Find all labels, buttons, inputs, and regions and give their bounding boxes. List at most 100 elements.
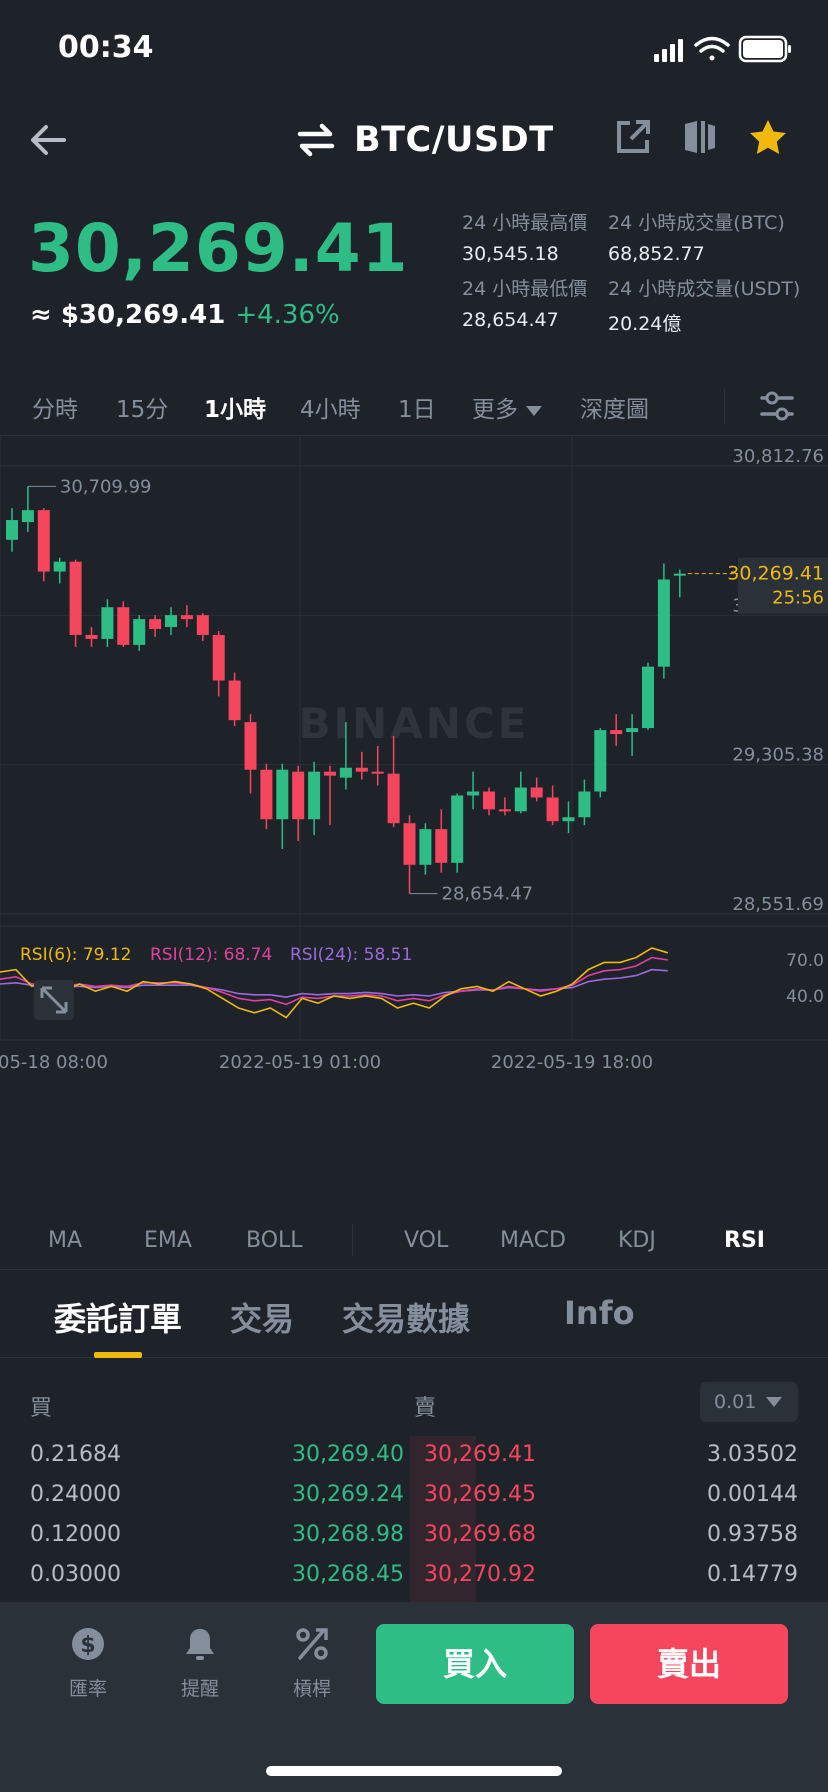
candle-body [308,771,321,820]
candle-body [546,797,559,822]
candle-body [498,809,511,812]
ask-qty: 3.03502 [707,1442,798,1467]
orderbook-row[interactable]: 0.24000 30,269.24 30,269.45 0.00144 [0,1476,828,1516]
stat-value: 68,852.77 [608,243,705,265]
tab-trades[interactable]: 交易 [230,1294,294,1340]
candle-body [530,787,543,798]
tab-info[interactable]: Info [564,1294,635,1332]
expand-chart-icon[interactable] [34,980,74,1020]
layout-toggle-icon[interactable] [682,118,718,156]
candle-body [610,730,623,735]
candle-body [467,791,480,796]
stat-value: 28,654.47 [462,309,559,331]
price-axis-label: 30,812.76 [732,446,824,467]
tf-more[interactable]: 更多 [472,390,542,424]
last-price: 30,269.41 [28,210,409,287]
price-change: +4.36% [235,300,340,330]
precision-value: 0.01 [714,1391,757,1413]
candle-body [244,722,257,770]
candle-body [673,573,686,576]
orderbook-header: 買 賣 0.01 [0,1380,828,1430]
alert-button[interactable]: 提醒 [160,1626,240,1701]
candle-body [578,791,591,818]
candle-body [53,561,66,572]
tab-orders[interactable]: 委託訂單 [54,1294,182,1340]
candle-body [642,666,654,729]
ask-qty: 0.14779 [707,1562,798,1587]
alert-label: 提醒 [180,1678,219,1700]
tf-15m[interactable]: 15分 [116,390,168,424]
rsi6-label: RSI(6): 79.12 [20,945,132,965]
candle-body [165,615,177,628]
bid-qty: 0.21684 [30,1442,121,1467]
tab-trade-data[interactable]: 交易數據 [342,1294,470,1340]
orderbook-row[interactable]: 0.03000 30,268.45 30,270.92 0.14779 [0,1556,828,1596]
ind-rsi[interactable]: RSI [724,1228,765,1253]
candle-body [6,520,18,540]
ind-macd[interactable]: MACD [500,1228,566,1253]
tf-1d[interactable]: 1日 [398,390,436,424]
countdown-label: 25:56 [772,588,824,609]
caret-down-icon [766,1397,782,1407]
ask-qty: 0.00144 [707,1482,798,1507]
price-axis-label: 29,305.38 [732,745,824,766]
candle-body [514,787,527,812]
pair-selector[interactable]: BTC/USDT [296,114,554,166]
tf-1h[interactable]: 1小時 [204,390,266,424]
tf-4h[interactable]: 4小時 [300,390,361,424]
ind-ma[interactable]: MA [48,1228,82,1253]
divider [724,388,725,424]
status-time: 00:34 [58,30,154,65]
back-arrow-icon[interactable] [26,118,70,162]
ask-qty: 0.93758 [707,1522,798,1547]
bid-price: 30,269.40 [292,1442,404,1467]
candle-body [228,680,241,721]
ask-price: 30,269.45 [424,1482,536,1507]
exchange-rate-button[interactable]: $ 匯率 [48,1626,128,1701]
stat-high: 24 小時最高價 30,545.18 [462,208,622,265]
candle-body [371,771,384,774]
stat-label: 24 小時最高價 [462,212,588,234]
ind-ema[interactable]: EMA [144,1228,192,1253]
high-annotation: 30,709.99 [60,476,152,497]
status-bar: 00:34 [0,0,828,100]
time-axis-label: 05-18 08:00 [0,1052,108,1073]
signal-icon [654,39,683,62]
rsi12-label: RSI(12): 68.74 [150,945,272,965]
ind-boll[interactable]: BOLL [246,1228,303,1253]
ask-price: 30,270.92 [424,1562,536,1587]
nav-actions [614,118,788,156]
chart-settings-icon[interactable] [760,390,794,422]
ind-kdj[interactable]: KDJ [618,1228,656,1253]
leverage-percent-icon [296,1628,328,1660]
precision-select[interactable]: 0.01 [700,1382,798,1422]
time-axis-label: 2022-05-19 18:00 [491,1052,653,1073]
favorite-star-icon[interactable] [748,118,788,156]
bottom-action-bar: $ 匯率 提醒 槓桿 買入 賣出 [0,1602,828,1792]
share-icon[interactable] [614,118,652,156]
price-chart[interactable]: BINANCE 30,709.9928,654.47 30,812.7630,0… [0,436,828,1206]
time-axis-label: 2022-05-19 01:00 [219,1052,381,1073]
top-nav: BTC/USDT [0,100,828,180]
fiat-price: ≈ $30,269.41 [30,300,226,330]
buy-button[interactable]: 買入 [376,1624,574,1704]
candle-body [419,829,432,865]
bid-qty: 0.24000 [30,1482,121,1507]
ind-vol[interactable]: VOL [404,1228,448,1253]
orderbook-row[interactable]: 0.12000 30,268.98 30,269.68 0.93758 [0,1516,828,1556]
tf-time[interactable]: 分時 [32,390,78,424]
orderbook-row[interactable]: 0.21684 30,269.40 30,269.41 3.03502 [0,1436,828,1476]
leverage-button[interactable]: 槓桿 [272,1626,352,1701]
status-icons [654,35,791,63]
candle-body [69,561,82,635]
candle-body [562,817,575,822]
stat-value: 30,545.18 [462,243,559,265]
tf-depth[interactable]: 深度圖 [580,390,649,424]
buy-column-label: 買 [30,1396,53,1421]
watermark-text: BINANCE [299,699,530,748]
candle-body [276,769,289,820]
home-indicator [266,1766,562,1776]
low-annotation: 28,654.47 [442,884,534,905]
bottom-tabs: 委託訂單 交易 交易數據 Info [0,1282,828,1358]
sell-button[interactable]: 賣出 [590,1624,788,1704]
